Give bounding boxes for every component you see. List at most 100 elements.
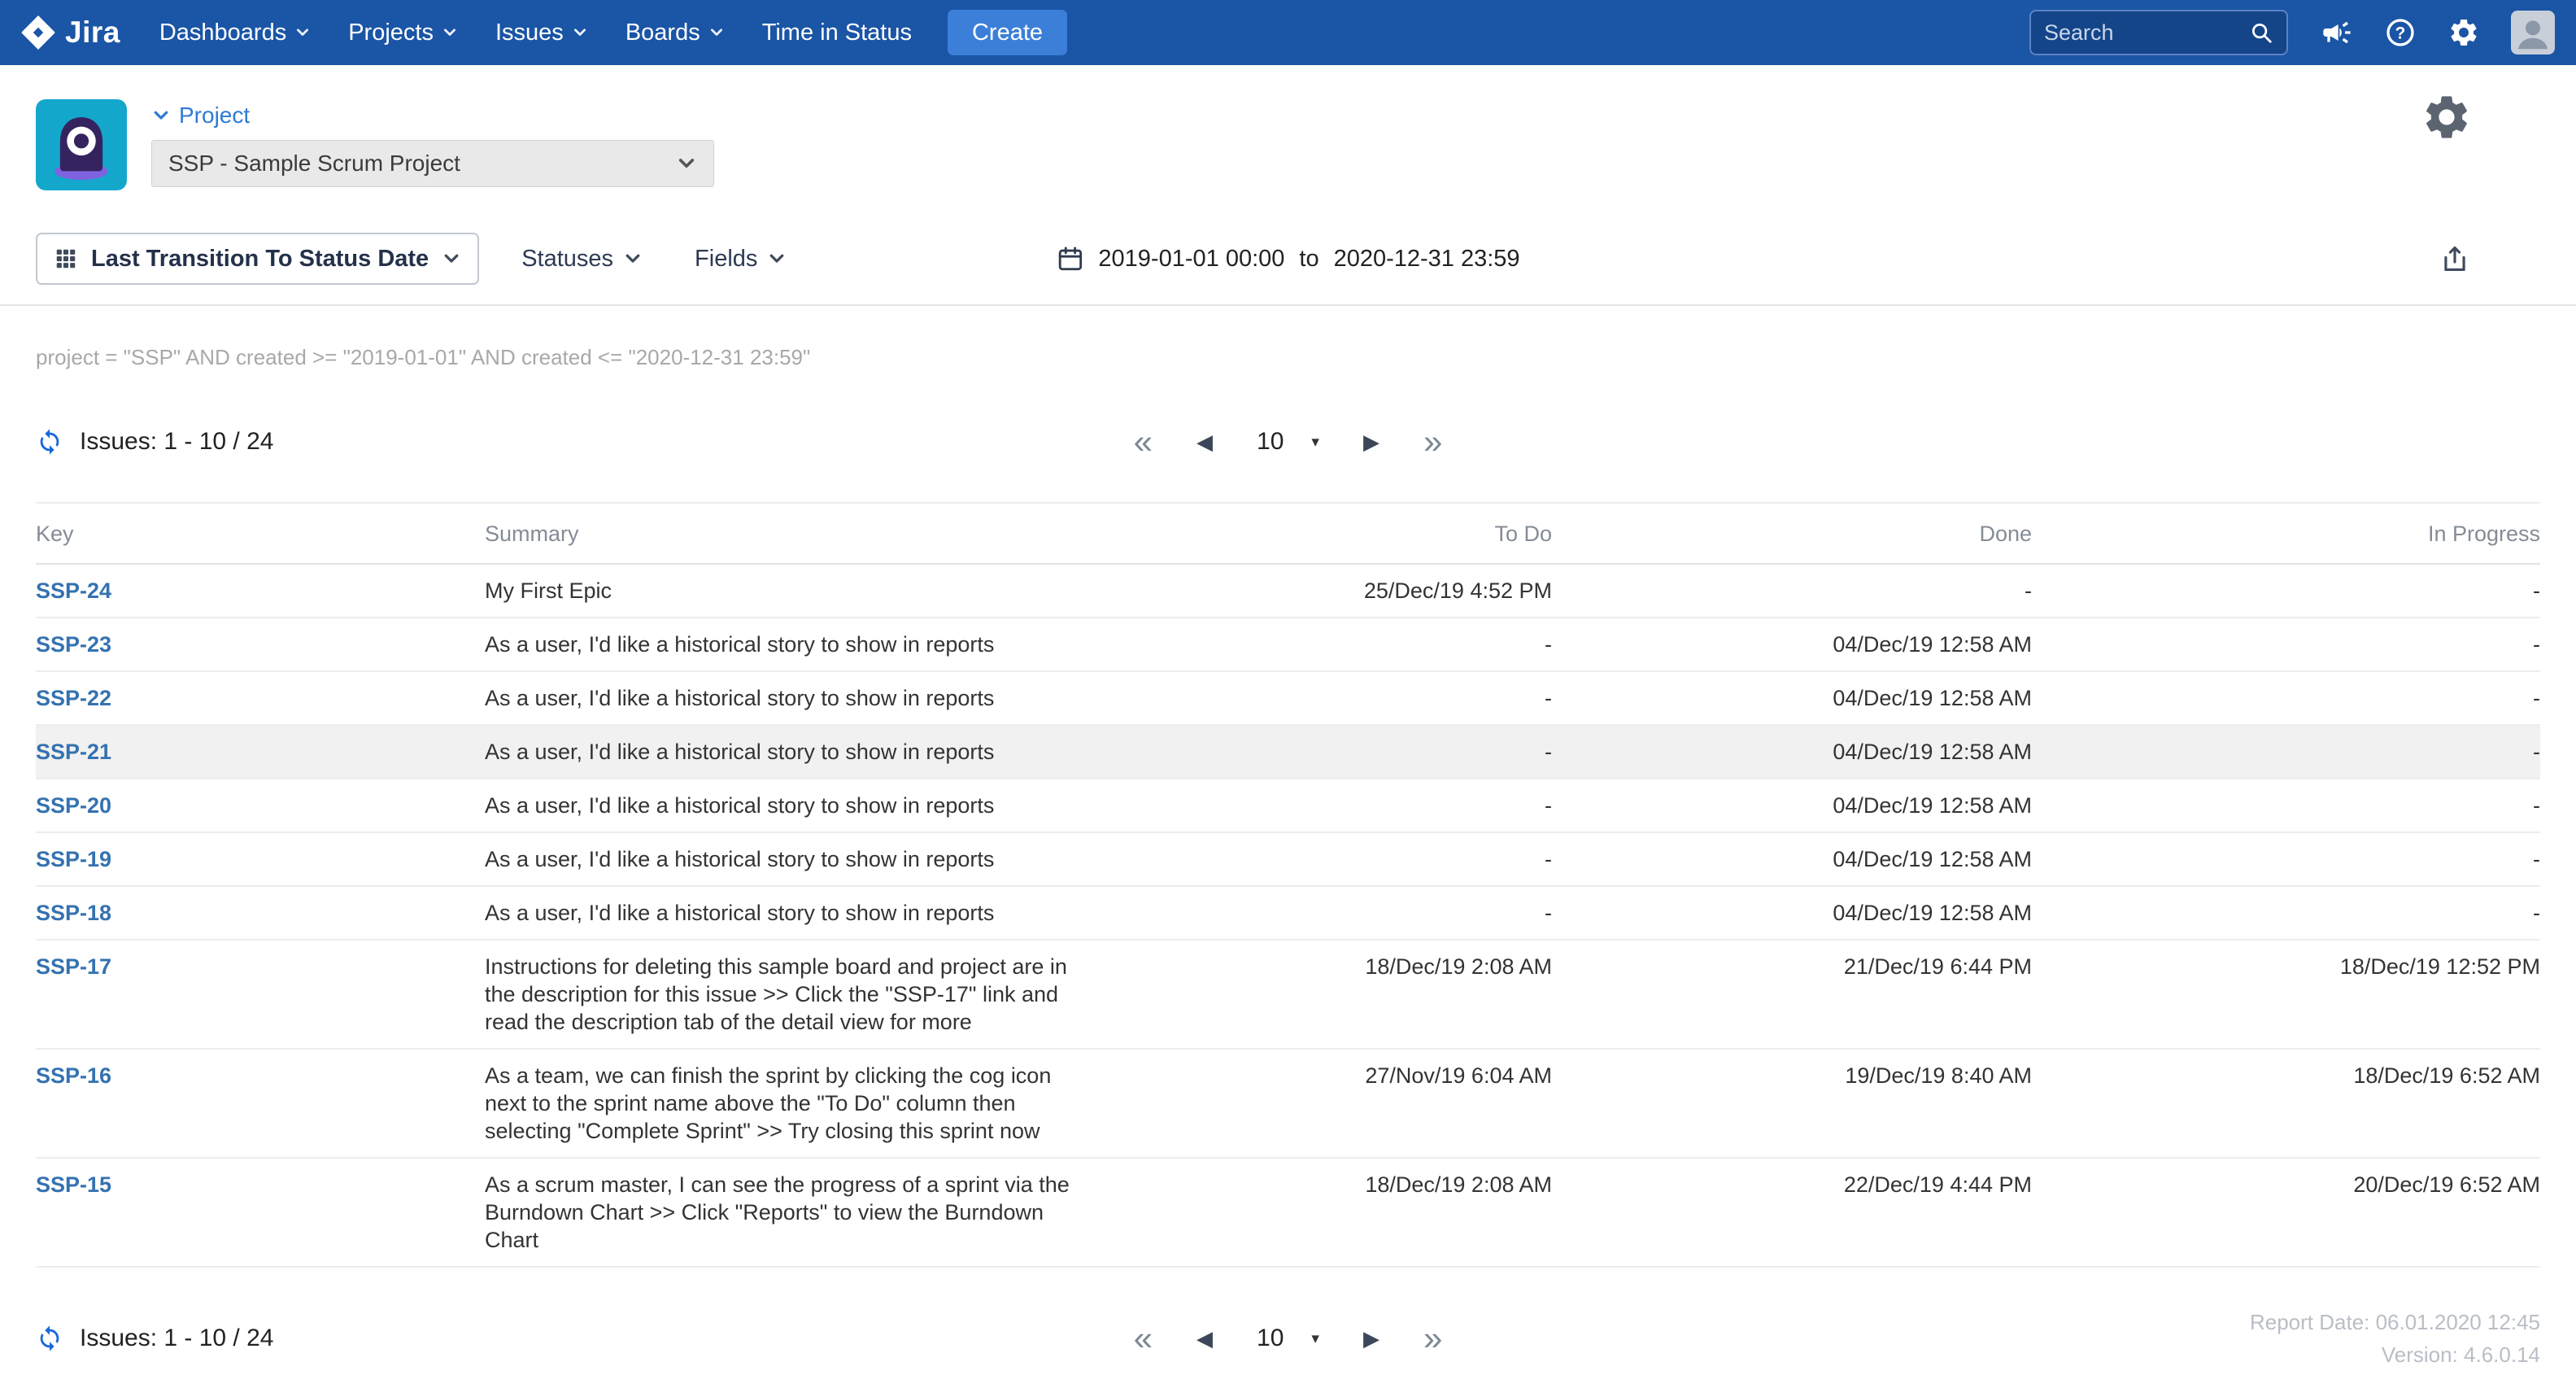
table-row: SSP-17Instructions for deleting this sam… (36, 940, 2540, 1049)
pagination: « ◀ 10 ▾ ▶ » (1134, 425, 1443, 459)
help-icon[interactable] (2384, 16, 2417, 49)
issue-summary-cell: As a team, we can finish the sprint by c… (485, 1049, 1135, 1158)
issue-key-link[interactable]: SSP-23 (36, 632, 111, 657)
issue-summary-cell: As a user, I'd like a historical story t… (485, 779, 1135, 832)
page-size-select[interactable]: 10 ▾ (1257, 1325, 1319, 1352)
issue-key-link[interactable]: SSP-21 (36, 740, 111, 764)
next-page-button[interactable]: ▶ (1363, 431, 1380, 452)
jira-logo[interactable]: Jira (21, 15, 120, 50)
issue-inprogress-date-cell: - (2032, 779, 2540, 832)
project-dropdown-label[interactable]: Project (151, 103, 714, 129)
table-row: SSP-24My First Epic25/Dec/19 4:52 PM-- (36, 564, 2540, 618)
issue-done-date-cell: - (1552, 564, 2032, 618)
last-page-button[interactable]: » (1423, 425, 1442, 459)
search-input[interactable] (2044, 20, 2249, 46)
project-avatar-icon (36, 99, 127, 190)
issue-key-link[interactable]: SSP-19 (36, 847, 111, 871)
issues-count: Issues: 1 - 10 / 24 (80, 1325, 273, 1352)
next-page-button[interactable]: ▶ (1363, 1328, 1380, 1349)
issue-key-link[interactable]: SSP-16 (36, 1063, 111, 1088)
column-header-inprogress: In Progress (2032, 503, 2540, 564)
nav-item-label: Projects (348, 20, 434, 46)
dropdown-caret-icon: ▾ (1311, 1329, 1319, 1348)
issue-key-link[interactable]: SSP-20 (36, 793, 111, 818)
jira-time-in-status-page: Jira Dashboards Projects Issues Boards Time … (0, 0, 2576, 1351)
issue-todo-date-cell: - (1135, 832, 1552, 886)
issue-key-link[interactable]: SSP-17 (36, 954, 111, 979)
issue-summary-cell: My First Epic (485, 564, 1135, 618)
nav-item-label: Issues (495, 20, 564, 46)
nav-item-label: Boards (625, 20, 700, 46)
chevron-down-icon (294, 24, 311, 41)
statuses-dropdown[interactable]: Statuses (521, 246, 643, 273)
issue-key-link[interactable]: SSP-15 (36, 1172, 111, 1197)
create-button[interactable]: Create (948, 10, 1067, 55)
report-settings-gear-icon[interactable] (2421, 91, 2473, 143)
first-page-button[interactable]: « (1134, 425, 1153, 459)
nav-item-boards[interactable]: Boards (625, 20, 725, 46)
refresh-icon[interactable] (36, 428, 63, 456)
issue-key-cell: SSP-18 (36, 886, 485, 940)
column-header-summary: Summary (485, 503, 1135, 564)
issue-summary-cell: As a user, I'd like a historical story t… (485, 886, 1135, 940)
feedback-megaphone-icon[interactable] (2321, 16, 2353, 49)
report-date: Report Date: 06.01.2020 12:45 (2250, 1306, 2540, 1338)
issue-key-cell: SSP-22 (36, 671, 485, 725)
project-header: Project SSP - Sample Scrum Project (0, 65, 2576, 190)
issue-summary-cell: As a user, I'd like a historical story t… (485, 725, 1135, 779)
user-avatar[interactable] (2511, 11, 2555, 55)
issue-inprogress-date-cell: - (2032, 832, 2540, 886)
divider (0, 304, 2576, 306)
table-row: SSP-15As a scrum master, I can see the p… (36, 1158, 2540, 1267)
issue-done-date-cell: 04/Dec/19 12:58 AM (1552, 886, 2032, 940)
prev-page-button[interactable]: ◀ (1196, 1328, 1213, 1349)
chevron-down-icon (623, 249, 643, 268)
export-icon[interactable] (2439, 243, 2470, 274)
issue-summary-cell: As a user, I'd like a historical story t… (485, 671, 1135, 725)
issue-inprogress-date-cell: 20/Dec/19 6:52 AM (2032, 1158, 2540, 1267)
refresh-icon[interactable] (36, 1325, 63, 1352)
date-separator: to (1299, 246, 1319, 273)
table-row: SSP-18 As a user, I'd like a historical s… (36, 886, 2540, 940)
main-menu: Dashboards Projects Issues Boards Time in St… (159, 20, 912, 46)
issues-count-group: Issues: 1 - 10 / 24 (36, 1325, 273, 1352)
jql-query-text: project = "SSP" AND created >= "2019-01-… (36, 345, 2540, 370)
page-size-select[interactable]: 10 ▾ (1257, 428, 1319, 456)
column-header-todo: To Do (1135, 503, 1552, 564)
issue-key-link[interactable]: SSP-22 (36, 686, 111, 710)
date-from: 2019-01-01 00:00 (1098, 246, 1284, 273)
search-icon[interactable] (2249, 20, 2273, 45)
date-range-picker[interactable]: 2019-01-01 00:00 to 2020-12-31 23:59 (1056, 245, 1519, 273)
issue-done-date-cell: 04/Dec/19 12:58 AM (1552, 725, 2032, 779)
report-toolbar: Last Transition To Status Date Statuses … (0, 233, 2576, 285)
project-select-value: SSP - Sample Scrum Project (168, 151, 460, 177)
nav-item-projects[interactable]: Projects (348, 20, 458, 46)
table-row: SSP-21 As a user, I'd like a historical s… (36, 725, 2540, 779)
nav-item-time-in-status[interactable]: Time in Status (762, 20, 912, 46)
prev-page-button[interactable]: ◀ (1196, 431, 1213, 452)
issue-key-cell: SSP-17 (36, 940, 485, 1049)
top-pagination-bar: Issues: 1 - 10 / 24 « ◀ 10 ▾ ▶ » (36, 412, 2540, 471)
chevron-down-icon (572, 24, 588, 41)
issues-count-group: Issues: 1 - 10 / 24 (36, 428, 273, 456)
issue-todo-date-cell: - (1135, 671, 1552, 725)
nav-item-issues[interactable]: Issues (495, 20, 588, 46)
nav-item-dashboards[interactable]: Dashboards (159, 20, 311, 46)
page-size-value: 10 (1257, 1325, 1284, 1352)
issue-key-link[interactable]: SSP-24 (36, 578, 111, 603)
dropdown-caret-icon: ▾ (1311, 433, 1319, 452)
page-size-value: 10 (1257, 428, 1284, 456)
issue-key-link[interactable]: SSP-18 (36, 901, 111, 925)
project-select[interactable]: SSP - Sample Scrum Project (151, 140, 714, 187)
issue-done-date-cell: 22/Dec/19 4:44 PM (1552, 1158, 2032, 1267)
issue-key-cell: SSP-23 (36, 618, 485, 671)
issue-todo-date-cell: 27/Nov/19 6:04 AM (1135, 1049, 1552, 1158)
issue-todo-date-cell: - (1135, 725, 1552, 779)
issue-inprogress-date-cell: - (2032, 671, 2540, 725)
issue-done-date-cell: 21/Dec/19 6:44 PM (1552, 940, 2032, 1049)
column-header-key: Key (36, 503, 485, 564)
report-type-dropdown[interactable]: Last Transition To Status Date (36, 233, 479, 285)
settings-gear-icon[interactable] (2447, 16, 2480, 49)
nav-item-label: Dashboards (159, 20, 286, 46)
fields-dropdown[interactable]: Fields (695, 246, 787, 273)
